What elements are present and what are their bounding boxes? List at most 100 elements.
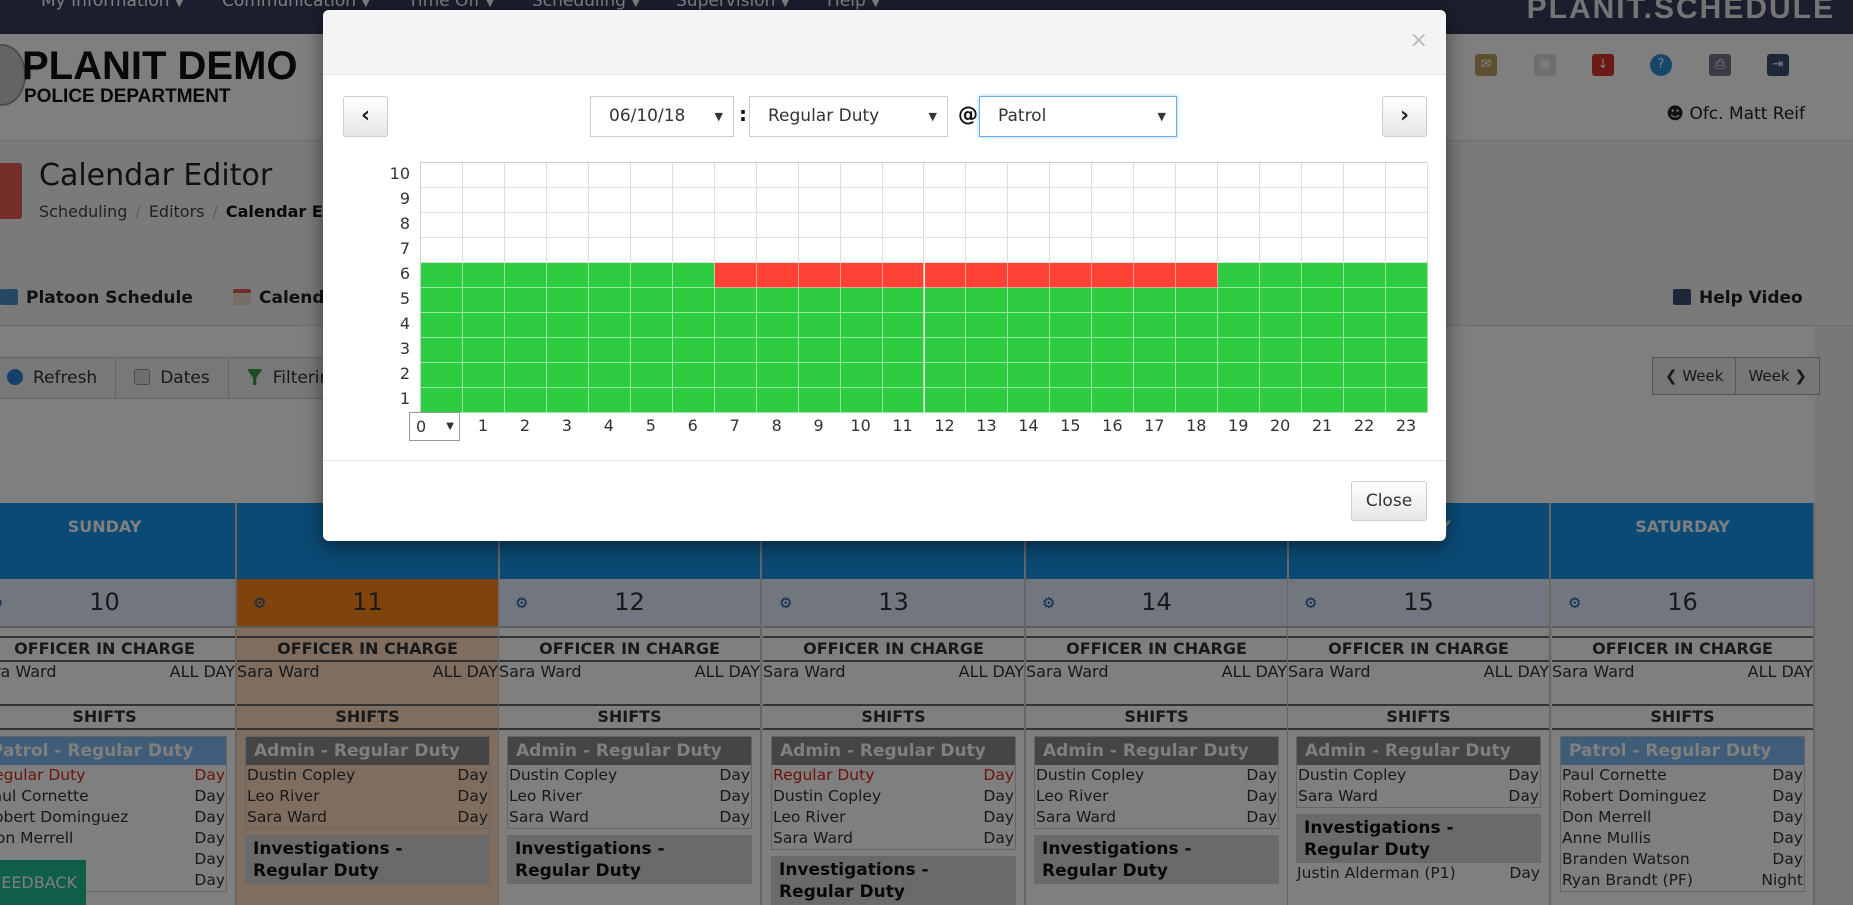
staffed-cell[interactable] [966, 288, 1009, 313]
empty-cell[interactable] [882, 238, 925, 263]
staffed-cell[interactable] [588, 288, 631, 313]
staffed-cell[interactable] [462, 313, 505, 338]
empty-cell[interactable] [462, 163, 505, 188]
empty-cell[interactable] [1050, 238, 1093, 263]
staffed-cell[interactable] [1134, 338, 1177, 363]
empty-cell[interactable] [1008, 238, 1051, 263]
staffed-cell[interactable] [882, 313, 925, 338]
staffed-cell[interactable] [1344, 363, 1387, 388]
staffed-cell[interactable] [1050, 313, 1093, 338]
staffed-cell[interactable] [714, 388, 757, 413]
staffed-cell[interactable] [421, 363, 463, 388]
empty-cell[interactable] [924, 163, 967, 188]
staffed-cell[interactable] [840, 388, 883, 413]
staffed-cell[interactable] [1176, 313, 1219, 338]
staffed-cell[interactable] [504, 288, 547, 313]
staffed-cell[interactable] [1218, 363, 1261, 388]
short-cell[interactable] [798, 263, 841, 288]
empty-cell[interactable] [672, 238, 715, 263]
empty-cell[interactable] [1218, 213, 1261, 238]
staffed-cell[interactable] [672, 388, 715, 413]
staffed-cell[interactable] [1134, 388, 1177, 413]
staffed-cell[interactable] [798, 338, 841, 363]
empty-cell[interactable] [1260, 213, 1303, 238]
staffed-cell[interactable] [714, 338, 757, 363]
staffed-cell[interactable] [756, 288, 799, 313]
staffed-cell[interactable] [630, 288, 673, 313]
empty-cell[interactable] [1050, 188, 1093, 213]
empty-cell[interactable] [1344, 238, 1387, 263]
staffed-cell[interactable] [756, 363, 799, 388]
empty-cell[interactable] [1176, 188, 1219, 213]
staffed-cell[interactable] [630, 363, 673, 388]
staffed-cell[interactable] [1302, 263, 1345, 288]
empty-cell[interactable] [1134, 238, 1177, 263]
staffed-cell[interactable] [882, 288, 925, 313]
empty-cell[interactable] [1134, 188, 1177, 213]
empty-cell[interactable] [421, 163, 463, 188]
staffed-cell[interactable] [1302, 313, 1345, 338]
empty-cell[interactable] [588, 213, 631, 238]
staffed-cell[interactable] [462, 363, 505, 388]
staffed-cell[interactable] [1134, 288, 1177, 313]
empty-cell[interactable] [756, 163, 799, 188]
empty-cell[interactable] [1302, 238, 1345, 263]
staffed-cell[interactable] [421, 338, 463, 363]
empty-cell[interactable] [840, 188, 883, 213]
staffed-cell[interactable] [1092, 388, 1135, 413]
staffed-cell[interactable] [924, 363, 967, 388]
staffed-cell[interactable] [1092, 288, 1135, 313]
short-cell[interactable] [1008, 263, 1051, 288]
empty-cell[interactable] [1092, 213, 1135, 238]
empty-cell[interactable] [1260, 163, 1303, 188]
staffed-cell[interactable] [630, 338, 673, 363]
empty-cell[interactable] [1386, 213, 1428, 238]
empty-cell[interactable] [421, 188, 463, 213]
short-cell[interactable] [1134, 263, 1177, 288]
empty-cell[interactable] [756, 238, 799, 263]
short-cell[interactable] [714, 263, 757, 288]
empty-cell[interactable] [504, 238, 547, 263]
empty-cell[interactable] [1302, 213, 1345, 238]
empty-cell[interactable] [1260, 238, 1303, 263]
empty-cell[interactable] [588, 163, 631, 188]
empty-cell[interactable] [1218, 238, 1261, 263]
staffed-cell[interactable] [924, 288, 967, 313]
empty-cell[interactable] [504, 163, 547, 188]
empty-cell[interactable] [1176, 163, 1219, 188]
empty-cell[interactable] [462, 213, 505, 238]
staffed-cell[interactable] [462, 263, 505, 288]
empty-cell[interactable] [714, 163, 757, 188]
empty-cell[interactable] [714, 213, 757, 238]
staffed-cell[interactable] [1260, 288, 1303, 313]
staffed-cell[interactable] [1050, 363, 1093, 388]
empty-cell[interactable] [714, 238, 757, 263]
staffed-cell[interactable] [630, 263, 673, 288]
unit-select[interactable]: Patrol ▼ [979, 96, 1177, 137]
empty-cell[interactable] [504, 213, 547, 238]
staffed-cell[interactable] [840, 313, 883, 338]
staffed-cell[interactable] [630, 388, 673, 413]
staffed-cell[interactable] [1008, 363, 1051, 388]
empty-cell[interactable] [840, 238, 883, 263]
short-cell[interactable] [924, 263, 967, 288]
staffed-cell[interactable] [1008, 338, 1051, 363]
staffed-cell[interactable] [672, 338, 715, 363]
staffed-cell[interactable] [1092, 338, 1135, 363]
staffed-cell[interactable] [588, 388, 631, 413]
staffed-cell[interactable] [1344, 288, 1387, 313]
empty-cell[interactable] [421, 238, 463, 263]
staffed-cell[interactable] [546, 388, 589, 413]
staffed-cell[interactable] [546, 288, 589, 313]
empty-cell[interactable] [1092, 188, 1135, 213]
empty-cell[interactable] [1050, 213, 1093, 238]
empty-cell[interactable] [1008, 188, 1051, 213]
staffed-cell[interactable] [966, 363, 1009, 388]
empty-cell[interactable] [840, 163, 883, 188]
empty-cell[interactable] [1344, 213, 1387, 238]
short-cell[interactable] [882, 263, 925, 288]
staffed-cell[interactable] [588, 263, 631, 288]
staffed-cell[interactable] [1344, 263, 1387, 288]
empty-cell[interactable] [630, 188, 673, 213]
staffed-cell[interactable] [1386, 263, 1428, 288]
